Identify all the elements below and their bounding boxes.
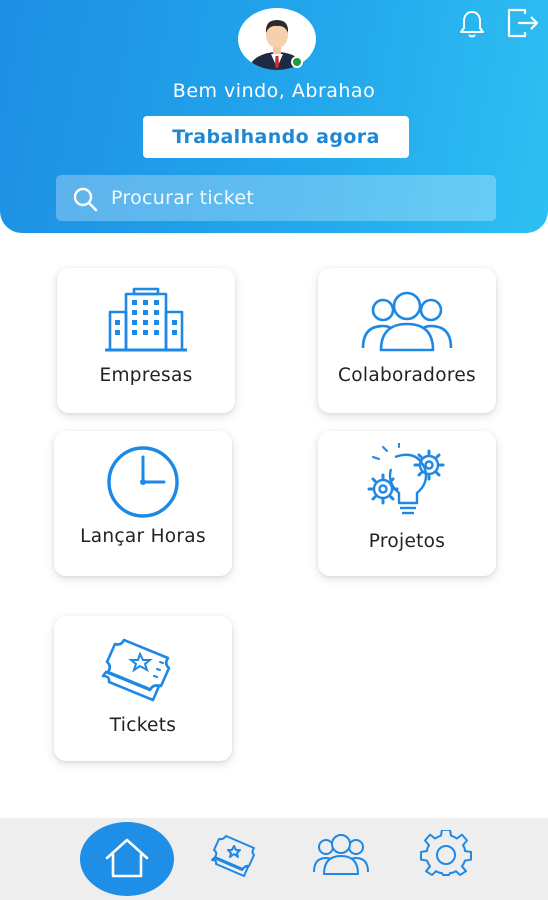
user-avatar[interactable] [238,8,316,70]
menu-card-projetos[interactable]: Projetos [318,431,496,576]
menu-card-lancar-horas[interactable]: Lançar Horas [54,431,232,576]
home-icon [105,838,149,878]
lightbulb-gears-icon [367,443,445,515]
search-input[interactable] [111,175,481,221]
working-now-button[interactable]: Trabalhando agora [143,116,409,158]
users-icon [361,291,453,352]
menu-card-label: Projetos [368,531,446,552]
online-status-dot [291,56,303,68]
logout-icon[interactable] [505,6,541,40]
welcome-text: Bem vindo, Abrahao [172,80,376,102]
search-bar[interactable] [56,175,496,221]
nav-tickets-icon[interactable] [208,832,264,878]
menu-card-label: Empresas [99,365,193,386]
bell-icon[interactable] [456,8,488,40]
menu-card-label: Lançar Horas [80,526,206,547]
search-icon [73,187,98,212]
clock-icon [107,446,179,518]
menu-card-label: Colaboradores [338,365,476,386]
nav-settings-gear-icon[interactable] [419,830,473,880]
building-icon [105,287,187,352]
nav-home-button[interactable] [80,822,174,896]
menu-card-tickets[interactable]: Tickets [54,616,232,761]
menu-card-label: Tickets [109,715,177,736]
menu-card-empresas[interactable]: Empresas [57,268,235,413]
menu-card-colaboradores[interactable]: Colaboradores [318,268,496,413]
ticket-icon [101,638,171,702]
nav-users-icon[interactable] [312,832,370,878]
